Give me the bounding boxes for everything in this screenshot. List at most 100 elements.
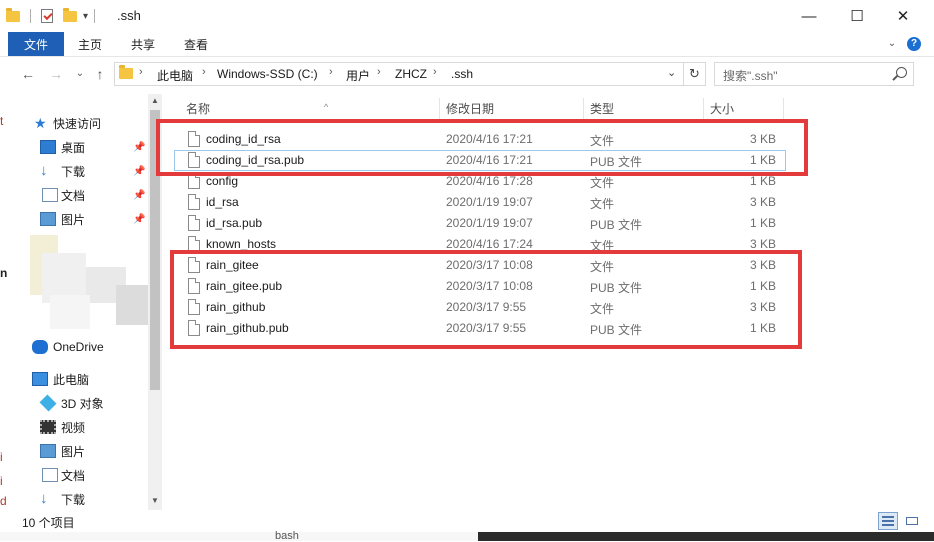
tab-view[interactable]: 查看: [184, 36, 208, 53]
nav-onedrive[interactable]: OneDrive: [10, 336, 148, 358]
status-bar: 10 个项目: [0, 510, 934, 532]
tab-file[interactable]: 文件: [8, 32, 64, 56]
large-icons-view-button[interactable]: [902, 512, 922, 530]
file-row[interactable]: rain_github 2020/3/17 9:55 文件 3 KB: [174, 297, 786, 318]
breadcrumb-separator: ›: [433, 66, 437, 78]
search-icon[interactable]: [896, 67, 907, 78]
file-icon: [188, 194, 200, 210]
breadcrumb-this-pc[interactable]: 此电脑: [157, 67, 193, 84]
ribbon-tabs: 文件 主页 共享 查看: [0, 32, 934, 56]
column-header-modified[interactable]: 修改日期: [442, 98, 582, 122]
file-row[interactable]: config 2020/4/16 17:28 文件 1 KB: [174, 171, 786, 192]
column-header-size[interactable]: 大小: [706, 98, 782, 122]
details-view-icon: [882, 516, 894, 526]
breadcrumb-drive[interactable]: Windows-SSD (C:): [217, 67, 318, 81]
back-arrow-icon[interactable]: ←: [20, 66, 36, 82]
file-modified: 2020/4/16 17:28: [446, 174, 533, 188]
pin-icon[interactable]: 📌: [133, 166, 145, 177]
file-name: config: [206, 174, 239, 188]
nav-this-pc[interactable]: 此电脑: [10, 368, 148, 390]
recent-locations-icon[interactable]: ⌄: [72, 68, 88, 79]
up-arrow-icon[interactable]: ↑: [92, 66, 108, 82]
nav-3d-objects[interactable]: 3D 对象: [10, 392, 148, 414]
breadcrumb-users[interactable]: 用户: [346, 67, 370, 84]
column-header-name[interactable]: ^ 名称: [182, 98, 438, 122]
scroll-up-icon[interactable]: ▲: [148, 94, 162, 108]
file-size: 1 KB: [749, 153, 776, 167]
file-row[interactable]: known_hosts 2020/4/16 17:24 文件 3 KB: [174, 234, 786, 255]
folder-icon[interactable]: [6, 7, 20, 22]
breadcrumb-separator: ›: [139, 66, 143, 78]
file-type: PUB 文件: [590, 281, 643, 295]
file-row[interactable]: rain_gitee 2020/3/17 10:08 文件 3 KB: [174, 255, 786, 276]
file-row[interactable]: rain_github.pub 2020/3/17 9:55 PUB 文件 1 …: [174, 318, 786, 339]
file-row[interactable]: rain_gitee.pub 2020/3/17 10:08 PUB 文件 1 …: [174, 276, 786, 297]
column-header-type[interactable]: 类型: [586, 98, 702, 122]
customize-toolbar-icon[interactable]: ▾: [83, 11, 88, 22]
nav-quick-access[interactable]: ★ 快速访问: [10, 112, 148, 134]
file-modified: 2020/3/17 10:08: [446, 279, 533, 293]
file-row[interactable]: coding_id_rsa.pub 2020/4/16 17:21 PUB 文件…: [174, 150, 786, 171]
nav-pictures[interactable]: 图片 📌: [10, 208, 148, 230]
address-dropdown-icon[interactable]: ⌄: [667, 66, 676, 79]
file-modified: 2020/3/17 9:55: [446, 300, 527, 314]
nav-desktop[interactable]: 桌面 📌: [10, 136, 148, 158]
background-taskbar-label: bash: [275, 530, 299, 542]
pin-icon[interactable]: 📌: [133, 190, 145, 201]
tab-home[interactable]: 主页: [78, 36, 102, 53]
tab-share[interactable]: 共享: [131, 36, 155, 53]
search-input[interactable]: 搜索".ssh": [714, 62, 914, 86]
breadcrumb-user[interactable]: ZHCZ: [395, 67, 427, 81]
nav-downloads[interactable]: ↓ 下载 📌: [10, 160, 148, 182]
sort-ascending-icon: ^: [324, 102, 329, 112]
file-modified: 2020/1/19 19:07: [446, 195, 533, 209]
column-divider[interactable]: [583, 98, 584, 122]
folder-icon: [119, 65, 133, 79]
file-type: 文件: [590, 134, 615, 148]
cube-icon: [39, 394, 57, 412]
close-button[interactable]: ✕: [880, 0, 926, 32]
forward-arrow-icon[interactable]: →: [48, 66, 64, 82]
file-size: 1 KB: [749, 216, 776, 230]
refresh-icon[interactable]: ↻: [684, 62, 706, 86]
file-icon: [188, 320, 200, 336]
minimize-button[interactable]: —: [786, 0, 832, 32]
file-row[interactable]: id_rsa 2020/1/19 19:07 文件 3 KB: [174, 192, 786, 213]
title-bar: ▾ .ssh — ☐ ✕: [0, 0, 934, 32]
column-divider[interactable]: [703, 98, 704, 122]
file-size: 3 KB: [749, 300, 776, 314]
background-text: n: [0, 266, 8, 280]
nav-label: 视频: [61, 420, 86, 435]
file-row[interactable]: id_rsa.pub 2020/1/19 19:07 PUB 文件 1 KB: [174, 213, 786, 234]
new-folder-icon[interactable]: [63, 7, 77, 22]
file-size: 1 KB: [749, 321, 776, 335]
breadcrumb-ssh[interactable]: .ssh: [451, 67, 473, 81]
column-divider[interactable]: [439, 98, 440, 122]
pin-icon[interactable]: 📌: [133, 142, 145, 153]
nav-pc-documents[interactable]: 文档: [10, 464, 148, 486]
nav-pc-pictures[interactable]: 图片: [10, 440, 148, 462]
file-size: 3 KB: [749, 258, 776, 272]
properties-icon[interactable]: [41, 9, 53, 23]
file-name: known_hosts: [206, 237, 277, 251]
star-icon: ★: [34, 115, 47, 131]
scrollbar-thumb[interactable]: [150, 110, 160, 390]
nav-pc-downloads[interactable]: ↓ 下载: [10, 488, 148, 510]
help-icon[interactable]: ?: [907, 37, 921, 51]
nav-documents[interactable]: 文档 📌: [10, 184, 148, 206]
file-name: id_rsa: [206, 195, 239, 209]
column-divider[interactable]: [783, 98, 784, 122]
file-type: PUB 文件: [590, 155, 643, 169]
scroll-down-icon[interactable]: ▼: [148, 494, 162, 508]
breadcrumb-separator: ›: [377, 66, 381, 78]
expand-ribbon-icon[interactable]: ⌄: [886, 38, 898, 50]
file-icon: [188, 173, 200, 189]
pin-icon[interactable]: 📌: [133, 214, 145, 225]
navigation-scrollbar[interactable]: ▲ ▼: [148, 94, 162, 510]
file-row[interactable]: coding_id_rsa 2020/4/16 17:21 文件 3 KB: [174, 129, 786, 150]
maximize-button[interactable]: ☐: [834, 0, 880, 32]
address-bar[interactable]: › 此电脑 › Windows-SSD (C:) › 用户 › ZHCZ › .…: [114, 62, 684, 86]
file-size: 3 KB: [749, 132, 776, 146]
details-view-button[interactable]: [878, 512, 898, 530]
nav-videos[interactable]: 视频: [10, 416, 148, 438]
